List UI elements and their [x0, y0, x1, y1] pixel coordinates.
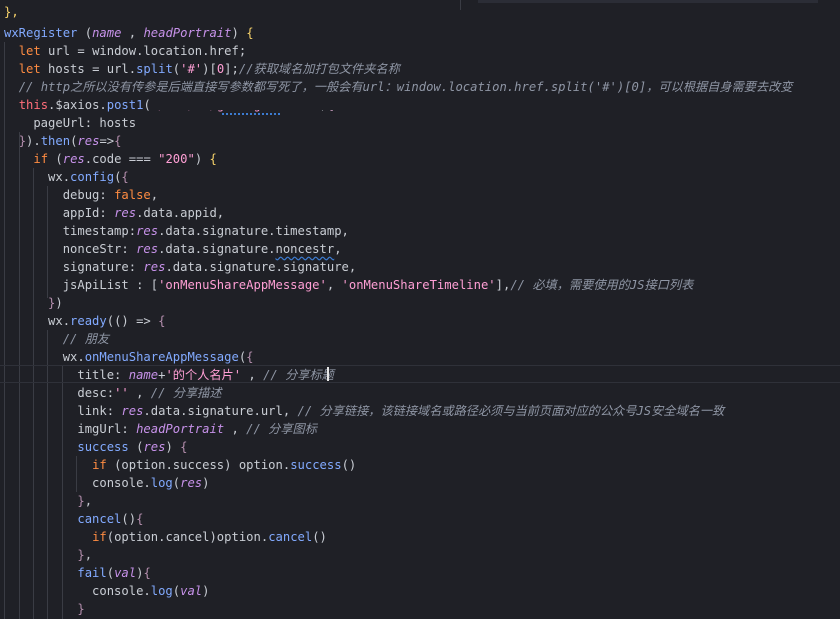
code-line[interactable]: }) — [4, 294, 63, 312]
code-line[interactable]: }, — [4, 3, 19, 21]
code-line[interactable]: nonceStr: res.data.signature.noncestr, — [4, 240, 342, 258]
code-line[interactable]: // 朋友 — [4, 330, 109, 348]
code-line[interactable]: let hosts = url.split('#')[0];//获取域名加打包文… — [4, 60, 400, 78]
code-line[interactable]: imgUrl: headPortrait , // 分享图标 — [4, 420, 317, 438]
redacted-region — [152, 96, 384, 110]
code-line[interactable]: let url = window.location.href; — [4, 42, 246, 60]
code-line[interactable]: appId: res.data.appid, — [4, 204, 224, 222]
code-line[interactable]: wx.ready(() => { — [4, 312, 165, 330]
code-editor[interactable]: }, wxRegister (name , headPortrait) { le… — [0, 0, 840, 619]
code-line[interactable]: debug: false, — [4, 186, 158, 204]
code-line[interactable]: wxRegister (name , headPortrait) { — [4, 24, 254, 42]
code-line[interactable]: signature: res.data.signature.signature, — [4, 258, 357, 276]
code-line[interactable]: wx.onMenuShareAppMessage({ — [4, 348, 254, 366]
editor-split-divider[interactable] — [460, 0, 461, 10]
code-line-current[interactable]: title: name+'的个人名片' , // 分享标题 — [4, 366, 334, 384]
code-line[interactable]: if (res.code === "200") { — [4, 150, 216, 168]
code-line[interactable]: }, — [4, 492, 92, 510]
code-line[interactable]: if(option.cancel)option.cancel() — [4, 528, 327, 546]
code-line[interactable]: // http之所以没有传参是后端直接写参数都写死了，一般会有url：windo… — [4, 78, 793, 96]
code-line[interactable]: }).then(res=>{ — [4, 132, 122, 150]
code-line[interactable]: timestamp:res.data.signature.timestamp, — [4, 222, 349, 240]
top-panel-edge — [478, 0, 818, 3]
code-line[interactable]: }, — [4, 546, 92, 564]
code-line[interactable]: pageUrl: hosts — [4, 114, 136, 132]
code-line[interactable]: fail(val){ — [4, 564, 150, 582]
code-line[interactable]: console.log(res) — [4, 474, 209, 492]
text-cursor — [327, 367, 329, 381]
code-line[interactable]: console.log(val) — [4, 582, 209, 600]
code-line[interactable]: success (res) { — [4, 438, 187, 456]
code-line[interactable]: wx.config({ — [4, 168, 129, 186]
code-line[interactable]: desc:'' , // 分享描述 — [4, 384, 221, 402]
code-line[interactable]: cancel(){ — [4, 510, 143, 528]
code-line[interactable]: jsApiList : ['onMenuShareAppMessage', 'o… — [4, 276, 694, 294]
code-line[interactable]: if (option.success) option.success() — [4, 456, 356, 474]
code-line[interactable]: } — [4, 600, 84, 618]
code-line[interactable]: link: res.data.signature.url, // 分享链接，该链… — [4, 402, 724, 420]
spellcheck-underline — [222, 111, 280, 115]
